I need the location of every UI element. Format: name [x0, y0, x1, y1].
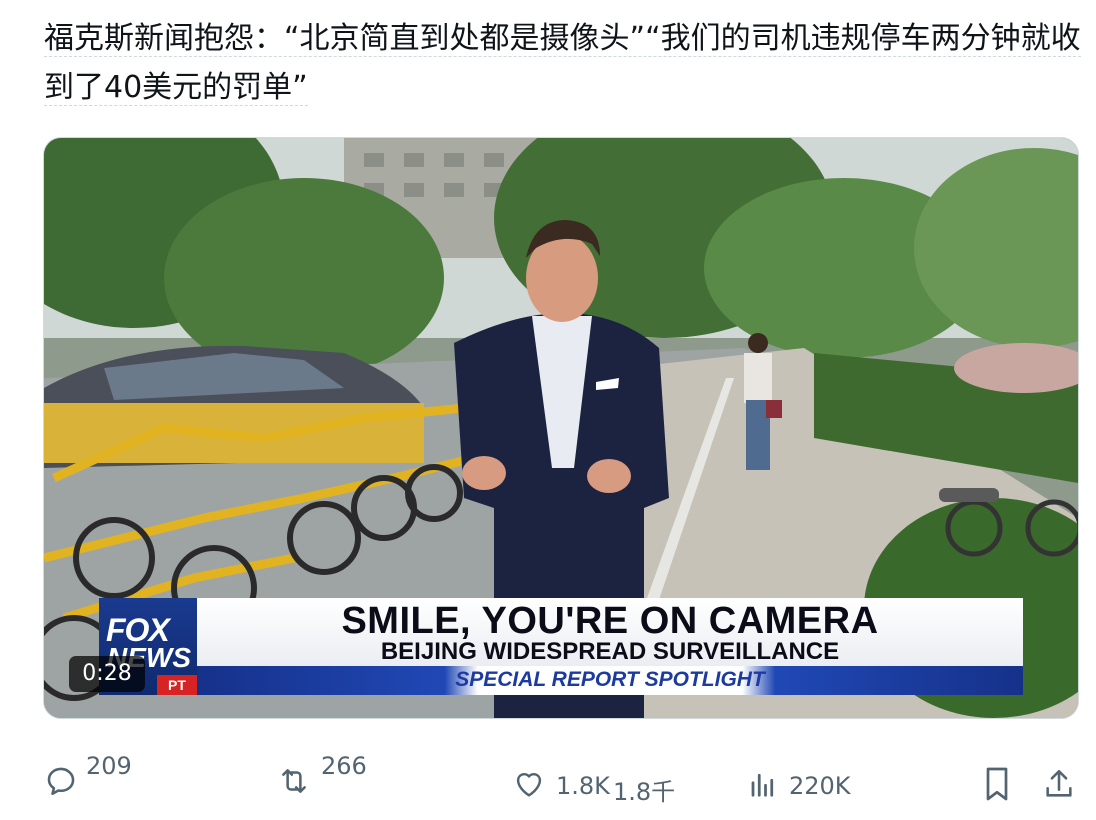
chyron-segment-strip: SPECIAL REPORT SPOTLIGHT — [197, 666, 1023, 695]
chyron-segment-label: SPECIAL REPORT SPOTLIGHT — [455, 668, 765, 691]
reply-count: 209 — [86, 752, 132, 780]
retweet-count: 266 — [321, 752, 367, 780]
like-count-cn: 1.8千 — [613, 778, 676, 806]
share-button[interactable] — [1042, 766, 1076, 802]
tweet-text: 福克斯新闻抱怨：“北京简直到处都是摄像头”“我们的司机违规停车两分钟就收 到了4… — [44, 14, 1084, 112]
reply-button[interactable] — [44, 764, 78, 798]
retweet-button[interactable] — [276, 764, 312, 798]
chyron-main: SMILE, YOU'RE ON CAMERA BEIJING WIDESPRE… — [197, 598, 1023, 666]
tweet-text-line-1: 福克斯新闻抱怨：“北京简直到处都是摄像头”“我们的司机违规停车两分钟就收 — [44, 21, 1081, 57]
chyron-subline: BEIJING WIDESPREAD SURVEILLANCE — [380, 638, 840, 665]
retweet-icon — [282, 769, 306, 793]
reply-icon — [47, 767, 75, 796]
logo-pt-badge: PT — [157, 675, 197, 695]
view-count: 220K — [789, 772, 851, 800]
share-icon — [1046, 769, 1072, 797]
like-button[interactable] — [512, 768, 546, 798]
chyron-headline: SMILE, YOU'RE ON CAMERA — [341, 600, 879, 642]
tweet-action-bar: 209 266 1.8K 1.8千 220K — [0, 740, 1096, 820]
like-count: 1.8K — [556, 772, 610, 800]
news-chyron: FOX NEWS PT SMILE, YOU'RE ON CAMERA BEIJ… — [99, 598, 1023, 695]
views-chart-icon — [751, 773, 774, 797]
bookmark-icon — [986, 767, 1008, 801]
heart-icon — [516, 772, 542, 797]
bookmark-button[interactable] — [982, 766, 1012, 802]
tweet-text-line-2: 到了40美元的罚单” — [44, 70, 308, 106]
video-duration-badge: 0:28 — [69, 656, 145, 692]
views-button[interactable] — [748, 770, 778, 798]
video-player[interactable]: FOX NEWS PT SMILE, YOU'RE ON CAMERA BEIJ… — [43, 137, 1079, 719]
